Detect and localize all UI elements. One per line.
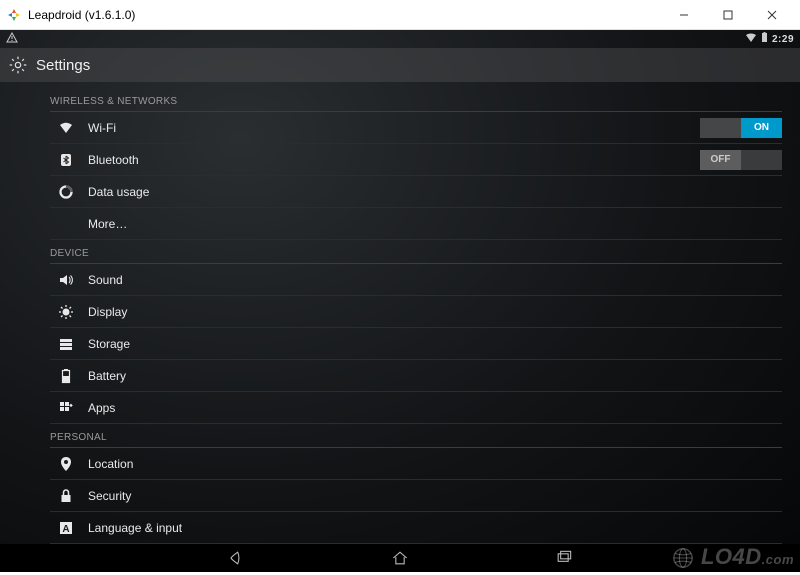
- bluetooth-toggle[interactable]: OFF: [700, 150, 782, 170]
- home-button[interactable]: [388, 546, 412, 570]
- row-more[interactable]: More…: [50, 208, 782, 240]
- wifi-status-icon: [745, 33, 757, 46]
- maximize-button[interactable]: [706, 0, 750, 30]
- recent-button[interactable]: [552, 546, 576, 570]
- apps-icon: [58, 400, 74, 416]
- row-security[interactable]: Security: [50, 480, 782, 512]
- sound-icon: [58, 272, 74, 288]
- row-location[interactable]: Location: [50, 448, 782, 480]
- toggle-on-label: ON: [741, 118, 782, 138]
- section-personal: PERSONAL: [50, 424, 782, 448]
- row-label: Storage: [88, 337, 782, 351]
- row-data-usage[interactable]: Data usage: [50, 176, 782, 208]
- watermark-brand: LO4D: [701, 544, 762, 569]
- app-logo-icon: [6, 7, 22, 23]
- clock: 2:29: [772, 34, 794, 45]
- lock-icon: [58, 488, 74, 504]
- row-label: Apps: [88, 401, 782, 415]
- gear-icon: [8, 55, 28, 75]
- wifi-icon: [58, 120, 74, 136]
- row-label: Sound: [88, 273, 782, 287]
- window-title: Leapdroid (v1.6.1.0): [28, 8, 135, 22]
- android-screen: 2:29 Settings WIRELESS & NETWORKS Wi-Fi …: [0, 30, 800, 572]
- storage-icon: [58, 336, 74, 352]
- row-label: Wi-Fi: [88, 121, 700, 135]
- row-sound[interactable]: Sound: [50, 264, 782, 296]
- minimize-button[interactable]: [662, 0, 706, 30]
- wifi-toggle[interactable]: ON: [700, 118, 782, 138]
- settings-header: Settings: [0, 48, 800, 82]
- warning-icon: [6, 32, 18, 47]
- watermark-suffix: .com: [762, 552, 794, 567]
- row-label: Location: [88, 457, 782, 471]
- watermark: LO4D.com: [672, 544, 794, 570]
- titlebar: Leapdroid (v1.6.1.0): [0, 0, 800, 30]
- row-label: Data usage: [88, 185, 782, 199]
- data-usage-icon: [58, 184, 74, 200]
- settings-list[interactable]: WIRELESS & NETWORKS Wi-Fi ON Bluetooth O…: [0, 82, 800, 544]
- row-language[interactable]: A Language & input: [50, 512, 782, 544]
- section-device: DEVICE: [50, 240, 782, 264]
- row-label: Battery: [88, 369, 782, 383]
- row-label: More…: [88, 217, 782, 231]
- row-wifi[interactable]: Wi-Fi ON: [50, 112, 782, 144]
- globe-icon: [672, 547, 694, 569]
- row-label: Display: [88, 305, 782, 319]
- close-button[interactable]: [750, 0, 794, 30]
- row-bluetooth[interactable]: Bluetooth OFF: [50, 144, 782, 176]
- row-display[interactable]: Display: [50, 296, 782, 328]
- battery-icon: [58, 368, 74, 384]
- window: Leapdroid (v1.6.1.0): [0, 0, 800, 528]
- back-button[interactable]: [224, 546, 248, 570]
- status-bar: 2:29: [0, 30, 800, 48]
- battery-status-icon: [761, 32, 768, 46]
- page-title: Settings: [36, 57, 90, 74]
- toggle-off-label: OFF: [700, 150, 741, 170]
- location-icon: [58, 456, 74, 472]
- row-apps[interactable]: Apps: [50, 392, 782, 424]
- bluetooth-icon: [58, 152, 74, 168]
- svg-text:A: A: [62, 524, 69, 535]
- row-battery[interactable]: Battery: [50, 360, 782, 392]
- row-storage[interactable]: Storage: [50, 328, 782, 360]
- section-wireless-networks: WIRELESS & NETWORKS: [50, 88, 782, 112]
- display-icon: [58, 304, 74, 320]
- row-label: Security: [88, 489, 782, 503]
- row-label: Bluetooth: [88, 153, 700, 167]
